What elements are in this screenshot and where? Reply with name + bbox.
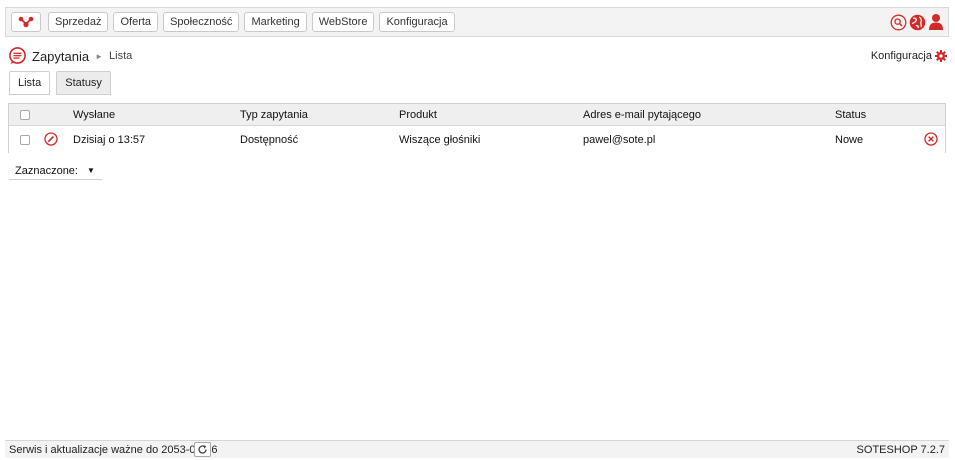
view-tabs: Lista Statusy	[9, 71, 111, 95]
nav-marketing[interactable]: Marketing	[244, 12, 307, 32]
column-header-status[interactable]: Status	[835, 109, 866, 121]
tab-lista[interactable]: Lista	[9, 71, 51, 95]
breadcrumb: Zapytania ► Lista	[8, 47, 132, 65]
table-header: Wysłane Typ zapytania Produkt Adres e-ma…	[9, 104, 945, 126]
main-menu: Sprzedaż Oferta Społeczność Marketing We…	[48, 12, 455, 32]
home-logo-button[interactable]	[11, 12, 41, 32]
column-header-email[interactable]: Adres e-mail pytającego	[583, 109, 701, 121]
service-expiry-text: Serwis i aktualizacje ważne do 2053-08-2…	[9, 444, 218, 456]
status-bar: Serwis i aktualizacje ważne do 2053-08-2…	[5, 440, 949, 458]
nav-sprzedaz[interactable]: Sprzedaż	[48, 12, 109, 32]
nav-webstore[interactable]: WebStore	[311, 12, 375, 32]
chevron-down-icon: ▼	[86, 166, 95, 175]
selected-actions-label: Zaznaczone:	[15, 164, 78, 177]
breadcrumb-separator: ►	[95, 51, 104, 61]
column-header-wyslane[interactable]: Wysłane	[73, 109, 115, 121]
configuration-link-label: Konfiguracja	[870, 50, 932, 62]
column-header-produkt[interactable]: Produkt	[399, 109, 437, 121]
cell-type: Dostępność	[240, 134, 299, 146]
nav-oferta[interactable]: Oferta	[113, 12, 159, 32]
user-icon[interactable]	[928, 13, 944, 31]
graph-nodes-icon	[18, 16, 34, 28]
breadcrumb-zapytania[interactable]: Zapytania	[32, 49, 89, 64]
version-label: SOTESHOP 7.2.7	[856, 444, 945, 456]
nav-konfiguracja[interactable]: Konfiguracja	[379, 12, 455, 32]
selected-actions-dropdown[interactable]: Zaznaczone: ▼	[9, 162, 102, 180]
row-checkbox[interactable]	[20, 135, 30, 145]
top-right-icons	[890, 13, 944, 31]
refresh-button[interactable]	[194, 442, 211, 457]
delete-icon[interactable]	[924, 132, 938, 146]
cell-sent: Dzisiaj o 13:57	[73, 134, 146, 146]
speech-bubble-icon	[9, 47, 26, 64]
select-all-checkbox[interactable]	[20, 110, 30, 120]
inquiries-table: Wysłane Typ zapytania Produkt Adres e-ma…	[8, 103, 946, 153]
edit-icon[interactable]	[44, 132, 58, 146]
table-row[interactable]: Dzisiaj o 13:57 Dostępność Wiszące głośn…	[9, 126, 945, 153]
cell-email: pawel@sote.pl	[583, 134, 656, 146]
gear-icon	[935, 50, 947, 62]
search-icon[interactable]	[890, 14, 907, 31]
nav-spolecznosc[interactable]: Społeczność	[163, 12, 240, 32]
column-header-typ[interactable]: Typ zapytania	[240, 109, 308, 121]
refresh-icon	[198, 445, 207, 454]
configuration-link[interactable]: Konfiguracja	[871, 50, 947, 62]
breadcrumb-lista: Lista	[109, 50, 133, 62]
tab-statusy[interactable]: Statusy	[56, 71, 111, 95]
cell-product: Wiszące głośniki	[399, 134, 481, 146]
top-navigation-bar: Sprzedaż Oferta Społeczność Marketing We…	[5, 7, 949, 37]
globe-icon[interactable]	[909, 14, 926, 31]
cell-status: Nowe	[835, 134, 864, 146]
